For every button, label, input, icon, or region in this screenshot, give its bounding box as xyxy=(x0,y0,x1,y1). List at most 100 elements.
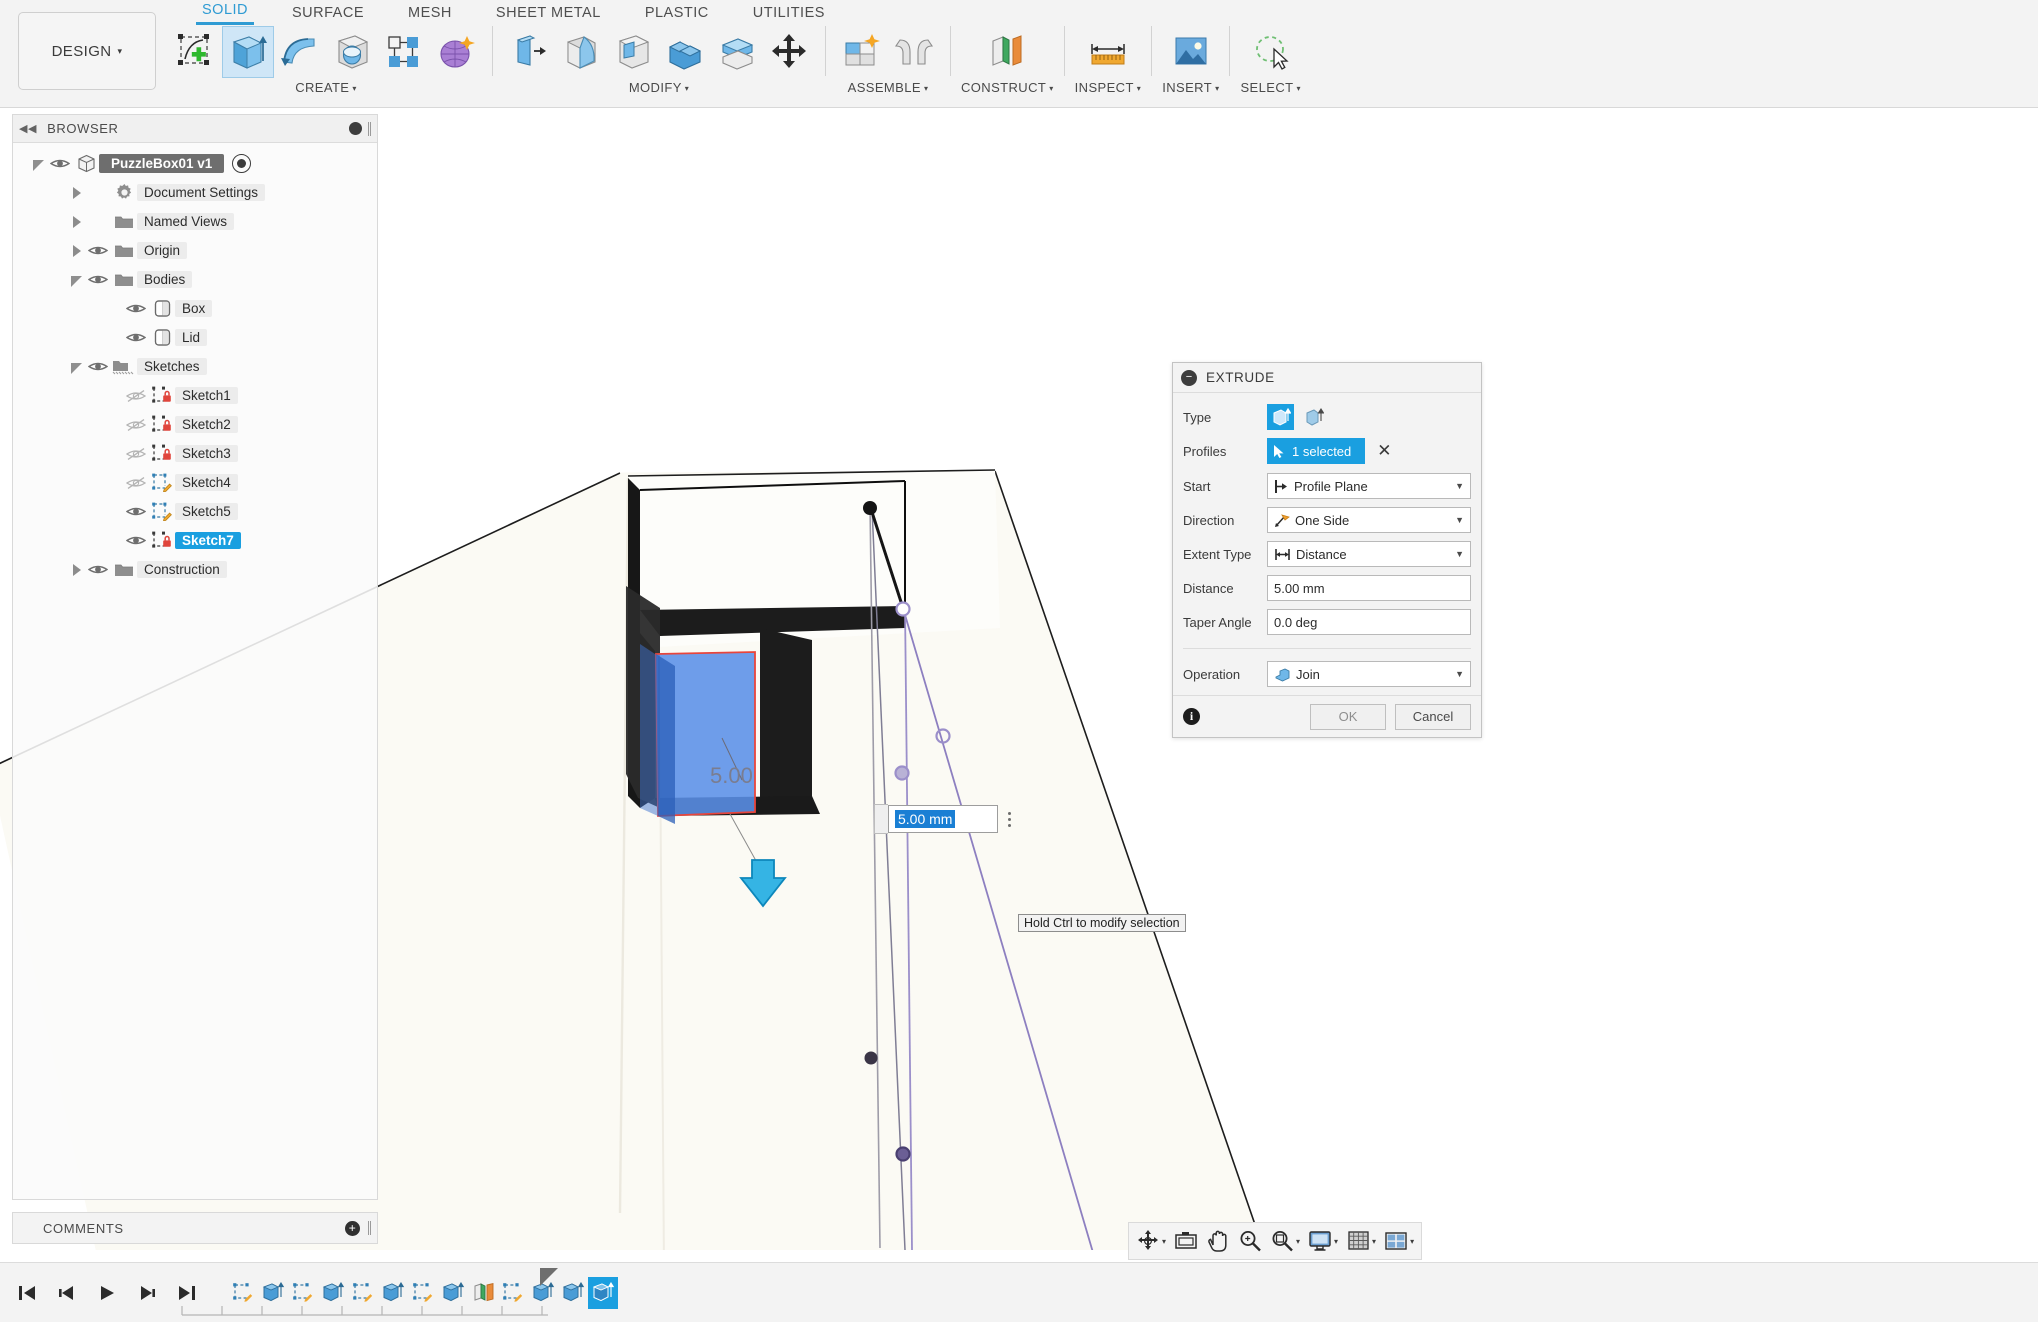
timeline-plane-icon[interactable] xyxy=(468,1277,498,1309)
ribbon-group-assemble-label[interactable]: ASSEMBLE ▾ xyxy=(848,80,929,95)
ribbon-group-insert-label[interactable]: INSERT ▾ xyxy=(1162,80,1219,95)
ribbon-group-construct-label[interactable]: CONSTRUCT ▾ xyxy=(961,80,1054,95)
browser-item-origin[interactable]: Origin xyxy=(13,236,377,265)
measure-icon[interactable] xyxy=(1082,26,1134,78)
dimension-drag-handle[interactable] xyxy=(874,804,888,834)
tab-sheet-metal[interactable]: SHEET METAL xyxy=(474,5,623,21)
visibility-eye-icon[interactable] xyxy=(123,331,149,344)
go-to-beginning-icon[interactable] xyxy=(16,1282,38,1304)
ribbon-group-select-label[interactable]: SELECT ▾ xyxy=(1240,80,1300,95)
minus-circle-icon[interactable]: − xyxy=(1181,369,1197,386)
browser-item-root[interactable]: PuzzleBox01 v1 xyxy=(13,149,377,178)
ok-button[interactable]: OK xyxy=(1310,703,1386,730)
insert-image-icon[interactable] xyxy=(1165,26,1217,78)
go-to-end-icon[interactable] xyxy=(176,1282,198,1304)
ribbon-group-modify-label[interactable]: MODIFY ▾ xyxy=(629,80,689,95)
dimension-input-group[interactable]: 5.00 mm xyxy=(874,804,1011,834)
comments-resize-grip[interactable] xyxy=(368,1221,371,1235)
browser-item-bodies[interactable]: Bodies xyxy=(13,265,377,294)
expand-arrow-icon[interactable] xyxy=(69,243,85,259)
more-options-icon[interactable] xyxy=(1008,811,1011,827)
select-lasso-icon[interactable] xyxy=(1245,26,1297,78)
direction-dropdown[interactable]: One Side ▼ xyxy=(1267,507,1471,533)
visibility-eye-icon[interactable] xyxy=(123,505,149,518)
rectangular-pattern-icon[interactable] xyxy=(378,26,430,78)
visibility-eye-icon[interactable] xyxy=(85,360,111,373)
ribbon-group-create-label[interactable]: CREATE ▾ xyxy=(295,80,357,95)
expand-arrow-icon[interactable] xyxy=(31,156,47,172)
visibility-eye-off-icon[interactable] xyxy=(123,389,149,403)
zoom-icon[interactable] xyxy=(1235,1226,1265,1256)
collapse-panel-icon[interactable]: ◀◀ xyxy=(19,122,37,135)
pan-look-at-icon[interactable] xyxy=(1171,1226,1201,1256)
chevron-down-icon[interactable]: ▾ xyxy=(1372,1237,1376,1246)
timeline-extrude-icon[interactable] xyxy=(378,1277,408,1309)
tab-surface[interactable]: SURFACE xyxy=(270,5,386,21)
pan-hand-icon[interactable] xyxy=(1203,1226,1233,1256)
new-component-icon[interactable] xyxy=(836,26,888,78)
timeline-sketch-icon[interactable] xyxy=(498,1277,528,1309)
play-icon[interactable] xyxy=(96,1282,118,1304)
info-icon[interactable]: i xyxy=(1183,708,1200,725)
step-back-icon[interactable] xyxy=(56,1282,78,1304)
revolve-icon[interactable] xyxy=(274,26,326,78)
grid-snaps-icon[interactable] xyxy=(1343,1226,1373,1256)
extent-type-dropdown[interactable]: Distance ▼ xyxy=(1267,541,1471,567)
timeline-extrude-icon[interactable] xyxy=(318,1277,348,1309)
browser-item-sketch3[interactable]: Sketch3 xyxy=(13,439,377,468)
plus-icon[interactable]: + xyxy=(345,1220,360,1236)
panel-resize-grip[interactable] xyxy=(368,121,371,136)
start-dropdown[interactable]: Profile Plane ▼ xyxy=(1267,473,1471,499)
visibility-eye-off-icon[interactable] xyxy=(123,447,149,461)
zoom-window-icon[interactable] xyxy=(1267,1226,1297,1256)
ribbon-group-inspect-label[interactable]: INSPECT ▾ xyxy=(1075,80,1142,95)
timeline-extrude-icon[interactable] xyxy=(258,1277,288,1309)
collapse-arrow-icon[interactable] xyxy=(69,359,85,375)
distance-field[interactable]: 5.00 mm xyxy=(1267,575,1471,601)
timeline-sketch-icon[interactable] xyxy=(348,1277,378,1309)
expand-arrow-icon[interactable] xyxy=(69,185,85,201)
timeline-sketch-icon[interactable] xyxy=(228,1277,258,1309)
panel-pin-icon[interactable] xyxy=(349,122,362,135)
viewports-icon[interactable] xyxy=(1381,1226,1411,1256)
orbit-icon[interactable] xyxy=(1133,1226,1163,1256)
timeline-sketch-icon[interactable] xyxy=(288,1277,318,1309)
timeline-extrude-icon[interactable] xyxy=(558,1277,588,1309)
browser-item-construction[interactable]: Construction xyxy=(13,555,377,584)
fillet-icon[interactable] xyxy=(555,26,607,78)
shell-icon[interactable] xyxy=(607,26,659,78)
offset-plane-icon[interactable] xyxy=(981,26,1033,78)
browser-item-sketch2[interactable]: Sketch2 xyxy=(13,410,377,439)
browser-item-sketches[interactable]: Sketches xyxy=(13,352,377,381)
visibility-eye-off-icon[interactable] xyxy=(123,476,149,490)
expand-arrow-icon[interactable] xyxy=(69,562,85,578)
visibility-eye-icon[interactable] xyxy=(123,302,149,315)
dimension-input[interactable]: 5.00 mm xyxy=(888,805,998,833)
operation-dropdown[interactable]: Join ▼ xyxy=(1267,661,1471,687)
hole-icon[interactable] xyxy=(326,26,378,78)
taper-angle-field[interactable]: 0.0 deg xyxy=(1267,609,1471,635)
split-body-icon[interactable] xyxy=(711,26,763,78)
tab-plastic[interactable]: PLASTIC xyxy=(623,5,731,21)
visibility-eye-icon[interactable] xyxy=(47,157,73,170)
timeline-extrude-icon[interactable] xyxy=(438,1277,468,1309)
chevron-down-icon[interactable]: ▾ xyxy=(1410,1237,1414,1246)
tab-utilities[interactable]: UTILITIES xyxy=(731,5,847,21)
activate-component-radio[interactable] xyxy=(232,154,252,173)
browser-item-named-views[interactable]: Named Views xyxy=(13,207,377,236)
visibility-eye-icon[interactable] xyxy=(123,534,149,547)
profiles-selection-button[interactable]: 1 selected xyxy=(1267,438,1366,464)
visibility-eye-icon[interactable] xyxy=(85,244,111,257)
browser-item-sketch1[interactable]: Sketch1 xyxy=(13,381,377,410)
visibility-eye-off-icon[interactable] xyxy=(123,418,149,432)
joint-icon[interactable] xyxy=(888,26,940,78)
timeline-sketch-icon[interactable] xyxy=(408,1277,438,1309)
move-copy-icon[interactable] xyxy=(763,26,815,78)
extrude-edge-icon[interactable] xyxy=(1300,404,1327,430)
cancel-button[interactable]: Cancel xyxy=(1395,703,1471,730)
create-sketch-icon[interactable] xyxy=(170,26,222,78)
browser-item-sketch7[interactable]: Sketch7 xyxy=(13,526,377,555)
display-settings-icon[interactable] xyxy=(1305,1226,1335,1256)
browser-item-document-settings[interactable]: Document Settings xyxy=(13,178,377,207)
chevron-down-icon[interactable]: ▾ xyxy=(1296,1237,1300,1246)
